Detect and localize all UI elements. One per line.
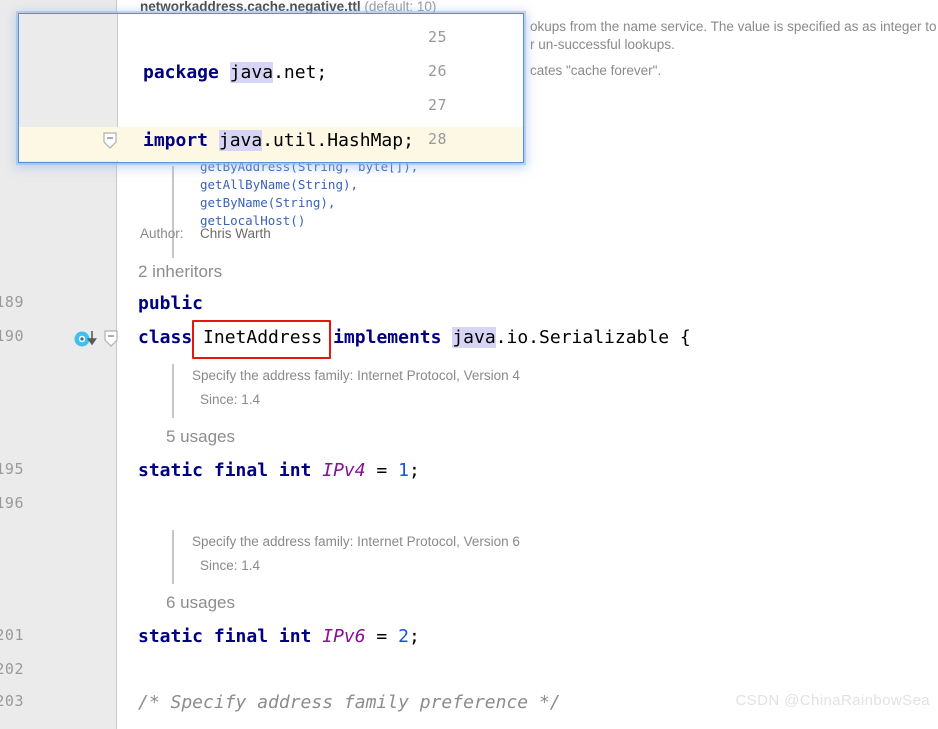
popup-line-number[interactable]: 25: [387, 28, 447, 46]
popup-line-number[interactable]: 27: [387, 96, 447, 114]
code-token: ;: [408, 460, 420, 481]
code-line[interactable]: class InetAddress implements java.io.Ser…: [138, 327, 691, 348]
inlay-doc-line: Specify the address family: Internet Pro…: [192, 534, 520, 549]
line-number[interactable]: 201: [0, 626, 24, 644]
popup-code-line[interactable]: package java.net;: [143, 62, 327, 83]
code-token: static final int: [138, 460, 323, 481]
code-token: .net;: [273, 62, 328, 83]
code-token: java: [229, 62, 274, 83]
line-number[interactable]: 195: [0, 460, 24, 478]
background-doc-title-text: networkaddress.cache.negative.ttl: [140, 0, 361, 14]
background-doc-title-default: (default: 10): [364, 0, 437, 14]
code-editor[interactable]: networkaddress.cache.negative.ttl (defau…: [0, 0, 938, 729]
javadoc-link-3[interactable]: getByName(String),: [200, 194, 335, 212]
code-line[interactable]: static final int IPv4 = 1;: [138, 460, 420, 481]
code-token: =: [365, 626, 399, 647]
code-token: 1: [398, 460, 409, 481]
code-token: /* Specify address family preference */: [138, 692, 561, 713]
background-doc-title: networkaddress.cache.negative.ttl (defau…: [140, 0, 436, 14]
code-token: import: [143, 130, 219, 151]
line-number[interactable]: 203: [0, 692, 24, 710]
code-token: implements: [333, 327, 453, 348]
code-token: .util.HashMap;: [262, 130, 414, 151]
inheritors-hint[interactable]: 2 inheritors: [138, 262, 222, 282]
code-token: IPv6: [322, 626, 366, 647]
code-line[interactable]: /* Specify address family preference */: [138, 692, 561, 713]
inlay-doc-line: Since: 1.4: [200, 558, 261, 573]
code-token: public: [138, 293, 204, 314]
background-doc-line-2: r un-successful lookups.: [530, 37, 675, 52]
line-number[interactable]: 196: [0, 494, 24, 512]
line-number[interactable]: 190: [0, 327, 24, 345]
javadoc-link-2[interactable]: getAllByName(String),: [200, 176, 358, 194]
code-token: package: [143, 62, 230, 83]
popup-code-line[interactable]: import java.util.HashMap;: [143, 130, 414, 151]
code-line[interactable]: static final int IPv6 = 2;: [138, 626, 420, 647]
popup-line-number[interactable]: 26: [387, 62, 447, 80]
inlay-doc-line: Specify the address family: Internet Pro…: [192, 368, 520, 383]
line-number[interactable]: 202: [0, 660, 24, 678]
code-token: =: [365, 460, 399, 481]
javadoc-author-value: Chris Warth: [200, 226, 271, 241]
code-token: InetAddress: [203, 327, 323, 348]
implemented-by-icon[interactable]: [74, 331, 97, 347]
inlay-doc-block: Specify the address family: Internet Pro…: [172, 530, 520, 584]
code-token: IPv4: [322, 460, 366, 481]
code-token: ;: [408, 626, 420, 647]
usages-hint[interactable]: 5 usages: [166, 427, 235, 447]
code-token: .io.Serializable {: [495, 327, 691, 348]
code-fold-icon[interactable]: [104, 330, 118, 348]
javadoc-sidebar-rule: [172, 166, 174, 258]
inlay-doc-block: Specify the address family: Internet Pro…: [172, 364, 520, 418]
code-line[interactable]: public: [138, 293, 203, 314]
code-token: 2: [398, 626, 409, 647]
source-preview-popup[interactable]: 25 26 package java.net; 27 28 import java.uti…: [18, 13, 524, 163]
code-token: java: [452, 327, 496, 348]
line-number[interactable]: 189: [0, 293, 24, 311]
code-token: java: [218, 130, 263, 151]
csdn-watermark: CSDN @ChinaRainbowSea: [735, 692, 930, 709]
inlay-doc-line: Since: 1.4: [200, 392, 261, 407]
javadoc-author-label: Author:: [140, 226, 184, 241]
usages-hint[interactable]: 6 usages: [166, 593, 235, 613]
code-token: static final int: [138, 626, 323, 647]
background-doc-line-1: okups from the name service. The value i…: [530, 19, 937, 34]
popup-code-fold-icon[interactable]: [103, 132, 117, 150]
background-doc-line-3: cates "cache forever".: [530, 63, 662, 78]
code-token: class: [138, 327, 204, 348]
